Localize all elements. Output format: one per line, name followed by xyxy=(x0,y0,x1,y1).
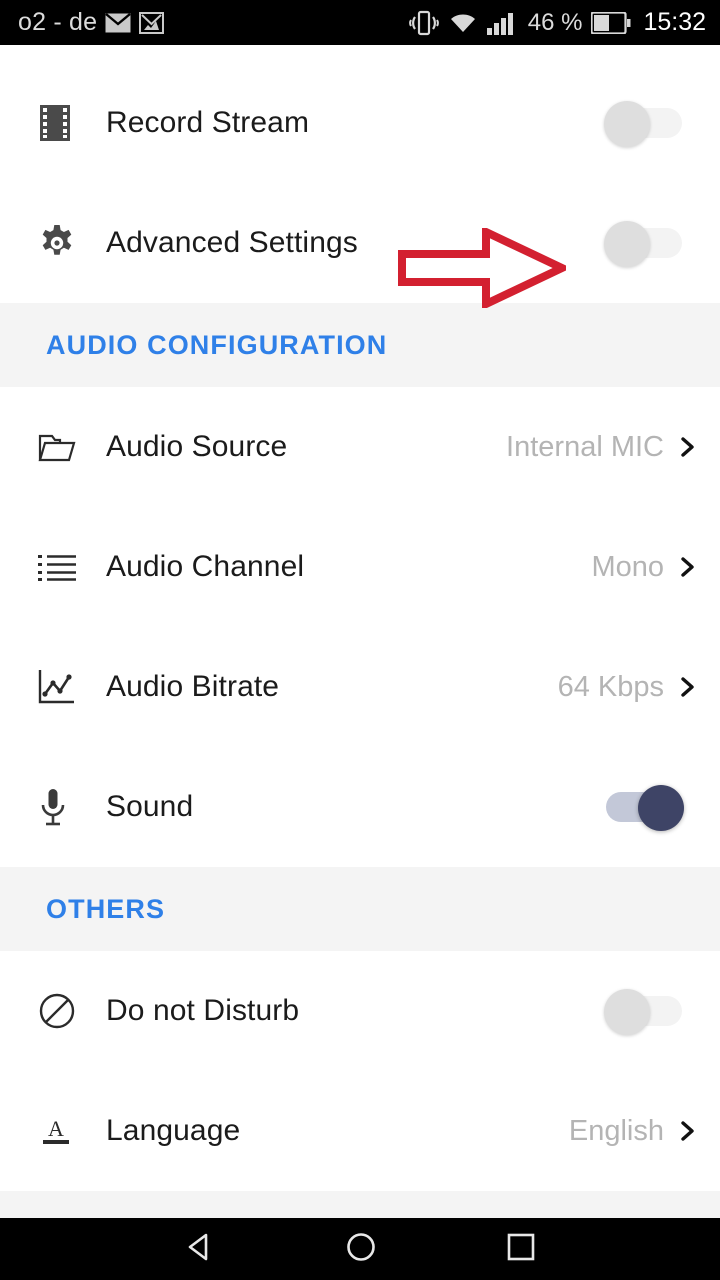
recents-square-icon[interactable] xyxy=(506,1232,536,1267)
chevron-right-icon xyxy=(681,437,694,457)
row-advanced-settings[interactable]: Advanced Settings xyxy=(0,183,720,303)
row-language[interactable]: A Language English xyxy=(0,1071,720,1191)
row-do-not-disturb[interactable]: Do not Disturb xyxy=(0,951,720,1071)
row-audio-channel[interactable]: Audio Channel Mono xyxy=(0,507,720,627)
row-label: Advanced Settings xyxy=(106,226,358,259)
audio-settings-card: Audio Source Internal MIC Audio Channel … xyxy=(0,387,720,867)
top-settings-card: Record Stream Advanced Settings xyxy=(0,45,720,303)
status-bar: o2 - de 46 % 15:32 xyxy=(0,0,720,45)
list-icon xyxy=(38,551,84,583)
row-value: Mono xyxy=(591,550,664,583)
record-stream-toggle[interactable] xyxy=(604,99,684,147)
back-triangle-icon[interactable] xyxy=(184,1231,216,1268)
row-label: Do not Disturb xyxy=(106,994,300,1027)
section-header-others: OTHERS xyxy=(0,867,720,951)
chart-icon xyxy=(38,668,84,706)
toggle-knob xyxy=(604,989,650,1035)
status-bar-left: o2 - de xyxy=(18,8,165,37)
clock-label: 15:32 xyxy=(643,8,706,36)
do-not-disturb-toggle[interactable] xyxy=(604,987,684,1035)
sound-toggle[interactable] xyxy=(604,783,684,831)
chevron-right-icon xyxy=(681,557,694,577)
row-audio-source[interactable]: Audio Source Internal MIC xyxy=(0,387,720,507)
chevron-right-icon xyxy=(681,677,694,697)
battery-icon xyxy=(591,11,631,34)
font-icon: A xyxy=(38,1113,84,1149)
section-header-audio: AUDIO CONFIGURATION xyxy=(0,303,720,387)
envelope-icon xyxy=(105,12,132,32)
row-label: Language xyxy=(106,1114,241,1147)
row-label: Audio Bitrate xyxy=(106,670,280,703)
gmail-icon xyxy=(139,11,165,34)
battery-percent-label: 46 % xyxy=(527,8,583,36)
wifi-icon xyxy=(450,14,475,32)
row-value: Internal MIC xyxy=(506,430,664,463)
row-sound[interactable]: Sound xyxy=(0,747,720,867)
toggle-knob xyxy=(604,221,650,267)
others-settings-card: Do not Disturb A Language English xyxy=(0,951,720,1191)
row-label: Audio Channel xyxy=(106,550,305,583)
advanced-settings-toggle[interactable] xyxy=(604,219,684,267)
row-label: Sound xyxy=(106,790,194,823)
row-label: Record Stream xyxy=(106,106,310,139)
row-value: English xyxy=(568,1114,664,1147)
do-not-disturb-icon xyxy=(38,992,84,1030)
gear-icon xyxy=(38,224,84,262)
section-title: AUDIO CONFIGURATION xyxy=(0,329,388,361)
toggle-knob xyxy=(638,785,684,831)
system-navigation-bar xyxy=(0,1218,720,1280)
row-label: Audio Source xyxy=(106,430,288,463)
chevron-right-icon xyxy=(681,1121,694,1141)
vibrate-icon xyxy=(408,10,439,35)
signal-bars-icon xyxy=(486,12,513,35)
film-strip-icon xyxy=(38,104,84,142)
status-bar-right: 46 % 15:32 xyxy=(408,8,706,37)
home-circle-icon[interactable] xyxy=(345,1231,377,1268)
folder-icon xyxy=(38,431,84,463)
section-title: OTHERS xyxy=(0,893,166,925)
row-audio-bitrate[interactable]: Audio Bitrate 64 Kbps xyxy=(0,627,720,747)
toggle-knob xyxy=(604,101,650,147)
row-record-stream[interactable]: Record Stream xyxy=(0,63,720,183)
carrier-label: o2 - de xyxy=(18,8,98,36)
settings-scroll-view[interactable]: Record Stream Advanced Settings AUDIO CO… xyxy=(0,45,720,1218)
svg-text:A: A xyxy=(48,1116,64,1141)
row-value: 64 Kbps xyxy=(557,670,664,703)
microphone-icon xyxy=(38,787,84,827)
